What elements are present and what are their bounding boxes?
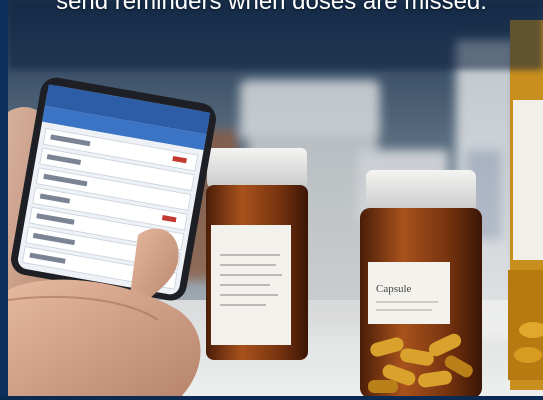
bottle-label: Capsule [376,283,412,295]
slide-bottom-edge [0,396,543,400]
photo-illustration: Capsule [8,0,543,400]
slide-caption: send reminders when doses are missed. [56,0,487,15]
slide-frame: Capsule send reminders when doses are mi… [0,0,543,400]
right-bottle [508,20,543,390]
left-bottle [206,148,308,360]
phone-in-hand [8,77,216,400]
capsule-bottle: Capsule [360,170,482,398]
slide-edge [0,0,8,400]
medication-photo: Capsule [8,0,543,400]
